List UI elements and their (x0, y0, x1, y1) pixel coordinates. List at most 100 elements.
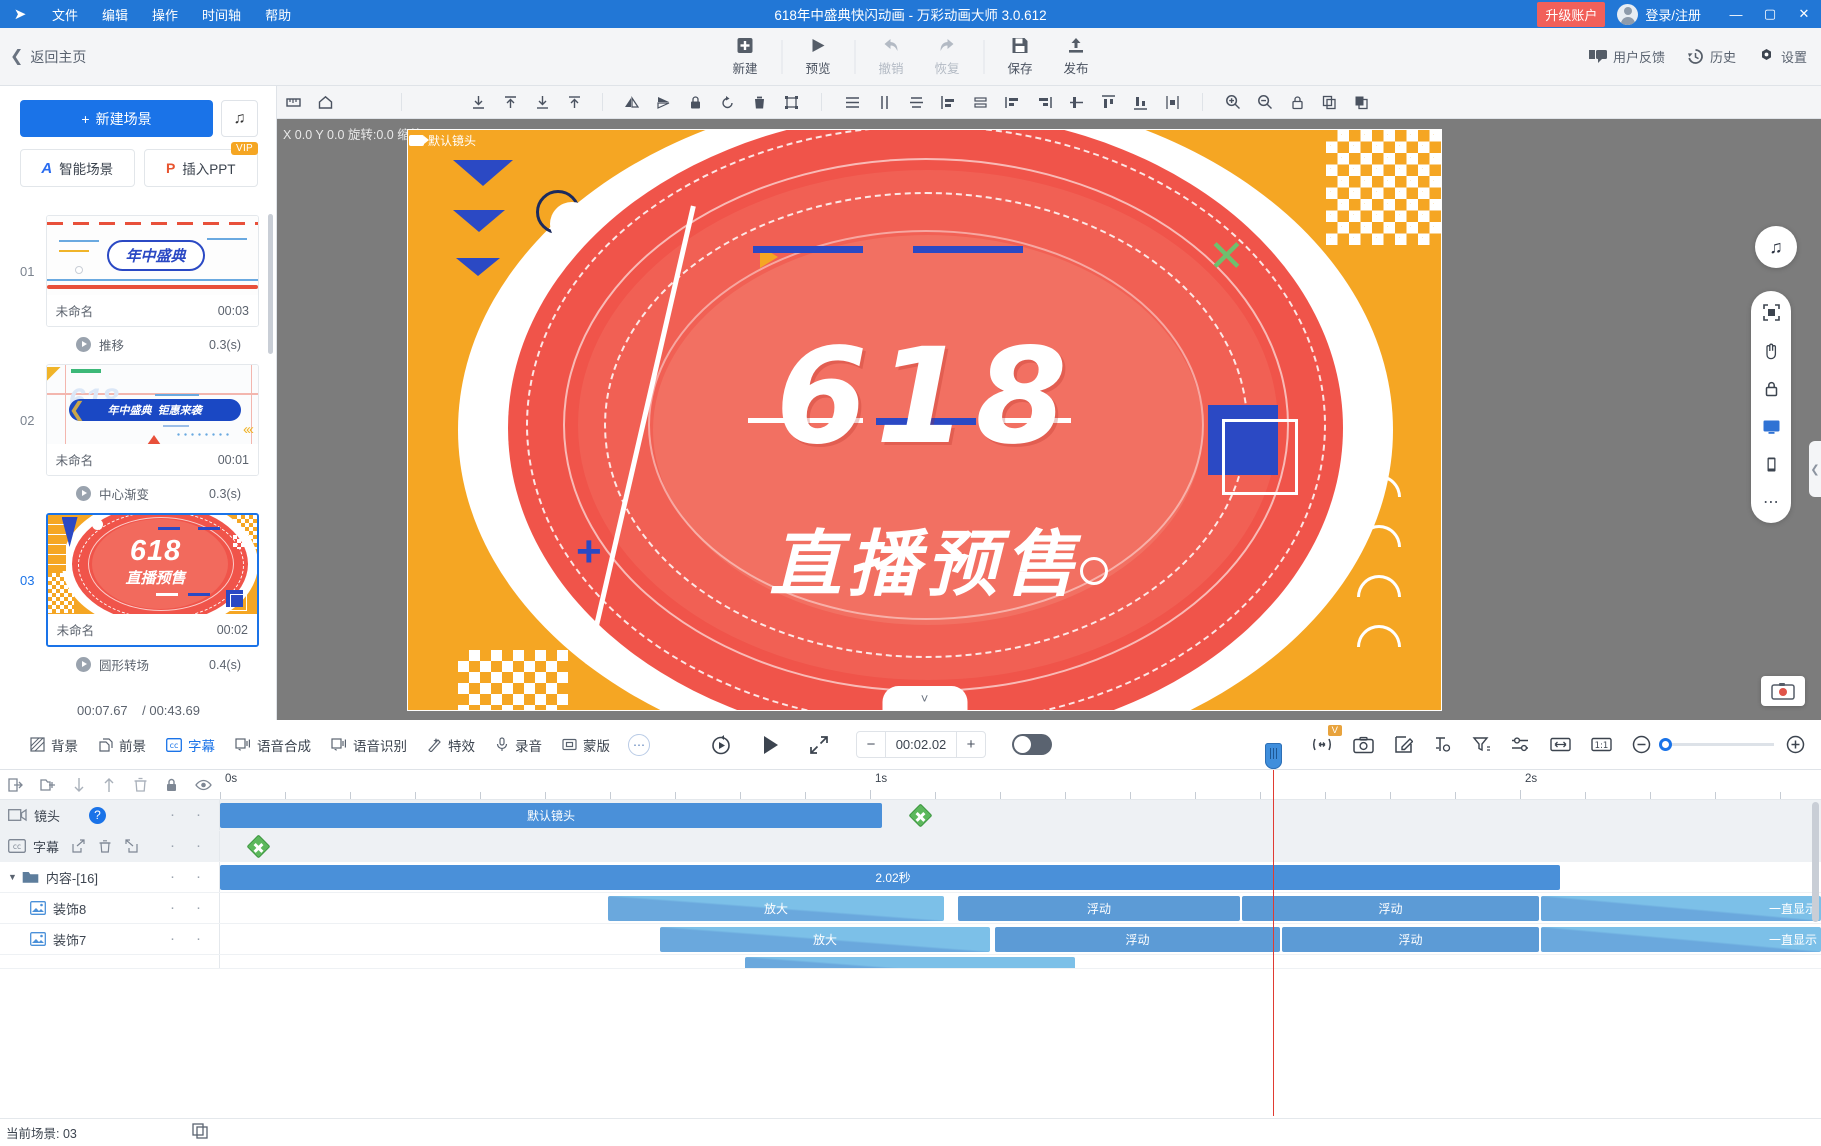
one-to-one-button[interactable]: 1:1 (1591, 736, 1612, 753)
export-icon[interactable] (72, 839, 86, 853)
lock-icon[interactable] (679, 86, 711, 119)
distribute-horizontal-icon[interactable] (1156, 86, 1188, 119)
distribute-bottom-icon[interactable] (1124, 86, 1156, 119)
track-dot[interactable]: · (196, 900, 201, 915)
timeline-row-decoration8[interactable]: 装饰8 · · 放大 浮动 浮动 一直显示 (0, 893, 1821, 924)
new-button[interactable]: 新建 (717, 34, 773, 79)
lock-icon[interactable] (1758, 375, 1784, 401)
menu-item-edit[interactable]: 编辑 (90, 1, 140, 28)
track-dot[interactable]: · (170, 900, 175, 915)
smart-scene-button[interactable]: A 智能场景 (20, 149, 135, 187)
menu-item-timeline[interactable]: 时间轴 (190, 1, 253, 28)
menu-item-file[interactable]: 文件 (40, 1, 90, 28)
right-panel-toggle[interactable]: ❮ (1809, 441, 1821, 497)
move-down-icon[interactable] (72, 777, 86, 793)
lock-icon[interactable] (164, 777, 179, 793)
track-label[interactable]: ▼ 内容-[16] · · (0, 862, 220, 892)
timeline-ruler[interactable]: 0s 1s 2s (220, 770, 1821, 800)
transition-row[interactable]: 推移 0.3(s) (20, 327, 259, 360)
align-bottom-icon[interactable] (462, 86, 494, 119)
tab-asr[interactable]: 语音识别 (323, 730, 415, 760)
eye-icon[interactable] (195, 778, 212, 792)
filter-button[interactable] (1472, 735, 1491, 754)
time-value[interactable]: 00:02.02 (885, 732, 957, 757)
canvas-music-button[interactable]: ♫ (1755, 226, 1797, 268)
timeline-clip[interactable] (745, 957, 1075, 968)
tab-foreground[interactable]: 前景 (90, 730, 154, 760)
delete-icon[interactable] (133, 777, 148, 793)
distribute-right-icon[interactable] (1028, 86, 1060, 119)
timeline-row-camera[interactable]: 镜头 ? · · 默认镜头 (0, 800, 1821, 831)
track-area[interactable]: 放大 浮动 浮动 一直显示 (220, 924, 1821, 954)
sidebar-scrollbar[interactable] (268, 214, 273, 354)
menu-item-operate[interactable]: 操作 (140, 1, 190, 28)
timeline-clip[interactable]: 浮动 (1242, 896, 1539, 921)
move-up-icon[interactable] (558, 86, 590, 119)
timeline-clip[interactable]: 2.02秒 (220, 865, 1560, 890)
maximize-button[interactable]: ▢ (1753, 0, 1787, 28)
mobile-icon[interactable] (1758, 451, 1784, 477)
back-home-button[interactable]: ❮ 返回主页 (10, 47, 86, 67)
sliders-button[interactable] (1511, 735, 1530, 754)
more-icon[interactable]: ⋯ (1758, 489, 1784, 515)
zoom-in-icon[interactable] (1217, 86, 1249, 119)
align-justify-icon[interactable] (964, 86, 996, 119)
loop-toggle[interactable] (1012, 734, 1052, 755)
align-left-icon[interactable] (836, 86, 868, 119)
track-dot[interactable]: · (196, 838, 201, 853)
ruler-icon[interactable] (277, 86, 309, 119)
zoom-slider[interactable] (1632, 735, 1805, 754)
new-scene-button[interactable]: + 新建场景 (20, 100, 213, 137)
redo-button[interactable]: 恢复 (919, 34, 975, 79)
tab-background[interactable]: 背景 (22, 730, 86, 760)
settings-button[interactable]: 设置 (1758, 47, 1807, 66)
tab-record[interactable]: 录音 (487, 730, 550, 760)
move-up-icon[interactable] (102, 777, 116, 793)
track-area[interactable]: 默认镜头 (220, 800, 1821, 830)
scene-card[interactable]: 618 直播预售 未命名 00:02 (45, 513, 259, 647)
track-dot[interactable]: · (170, 869, 175, 884)
zoom-out-button[interactable] (1632, 735, 1651, 754)
more-dots-icon[interactable]: ⋯ (628, 733, 650, 756)
home-icon[interactable] (309, 86, 341, 119)
align-center-vertical-icon[interactable] (868, 86, 900, 119)
tab-subtitle[interactable]: cc 字幕 (158, 730, 223, 760)
align-top-icon[interactable] (494, 86, 526, 119)
account-login-button[interactable]: 登录/注册 (1617, 3, 1701, 25)
time-stepper[interactable]: − 00:02.02 + (856, 731, 986, 758)
undo-button[interactable]: 撤销 (863, 34, 919, 79)
import-icon[interactable] (124, 839, 138, 853)
duplicate-icon[interactable] (192, 1123, 209, 1142)
move-down-icon[interactable] (526, 86, 558, 119)
playhead[interactable] (1265, 743, 1282, 1116)
new-folder-icon[interactable] (40, 777, 56, 793)
track-dot[interactable]: · (170, 807, 175, 822)
zoom-in-button[interactable] (1786, 735, 1805, 754)
timeline-row-partial[interactable] (0, 955, 1821, 969)
distribute-left-icon[interactable] (996, 86, 1028, 119)
tab-effects[interactable]: 特效 (419, 730, 483, 760)
track-dot[interactable]: · (170, 931, 175, 946)
close-button[interactable]: ✕ (1787, 0, 1821, 28)
track-label[interactable]: 镜头 ? · · (0, 800, 220, 830)
distribute-top-icon[interactable] (1092, 86, 1124, 119)
snapshot-button[interactable] (1353, 736, 1374, 754)
paste-icon[interactable] (1345, 86, 1377, 119)
fullscreen-button[interactable] (808, 734, 830, 756)
track-dot[interactable]: · (196, 869, 201, 884)
insert-ppt-button[interactable]: P 插入PPT VIP (143, 142, 258, 187)
scene-card[interactable]: 618 年中盛典 钜惠来袭 ❮ ‹‹‹ 未命名 00:0 (45, 364, 259, 476)
preview-button[interactable]: 预览 (790, 34, 846, 79)
track-label[interactable]: 装饰7 · · (0, 924, 220, 954)
timeline-row-content[interactable]: ▼ 内容-[16] · · 2.02秒 (0, 862, 1821, 893)
cut-button[interactable] (1433, 735, 1452, 754)
transition-row[interactable]: 中心渐变 0.3(s) (20, 476, 259, 509)
track-area[interactable] (220, 831, 1821, 861)
scene-row[interactable]: 02 618 年中盛典 钜惠来袭 ❮ (20, 364, 259, 476)
fit-width-button[interactable]: V (1311, 725, 1342, 753)
help-icon[interactable]: ? (89, 806, 107, 824)
timeline-row-subtitle[interactable]: cc 字幕 · · (0, 831, 1821, 862)
history-button[interactable]: 历史 (1687, 47, 1736, 66)
canvas-stage[interactable]: + ✕ 618 直播预售 ˅ (407, 129, 1442, 711)
minimize-button[interactable]: — (1719, 0, 1753, 28)
